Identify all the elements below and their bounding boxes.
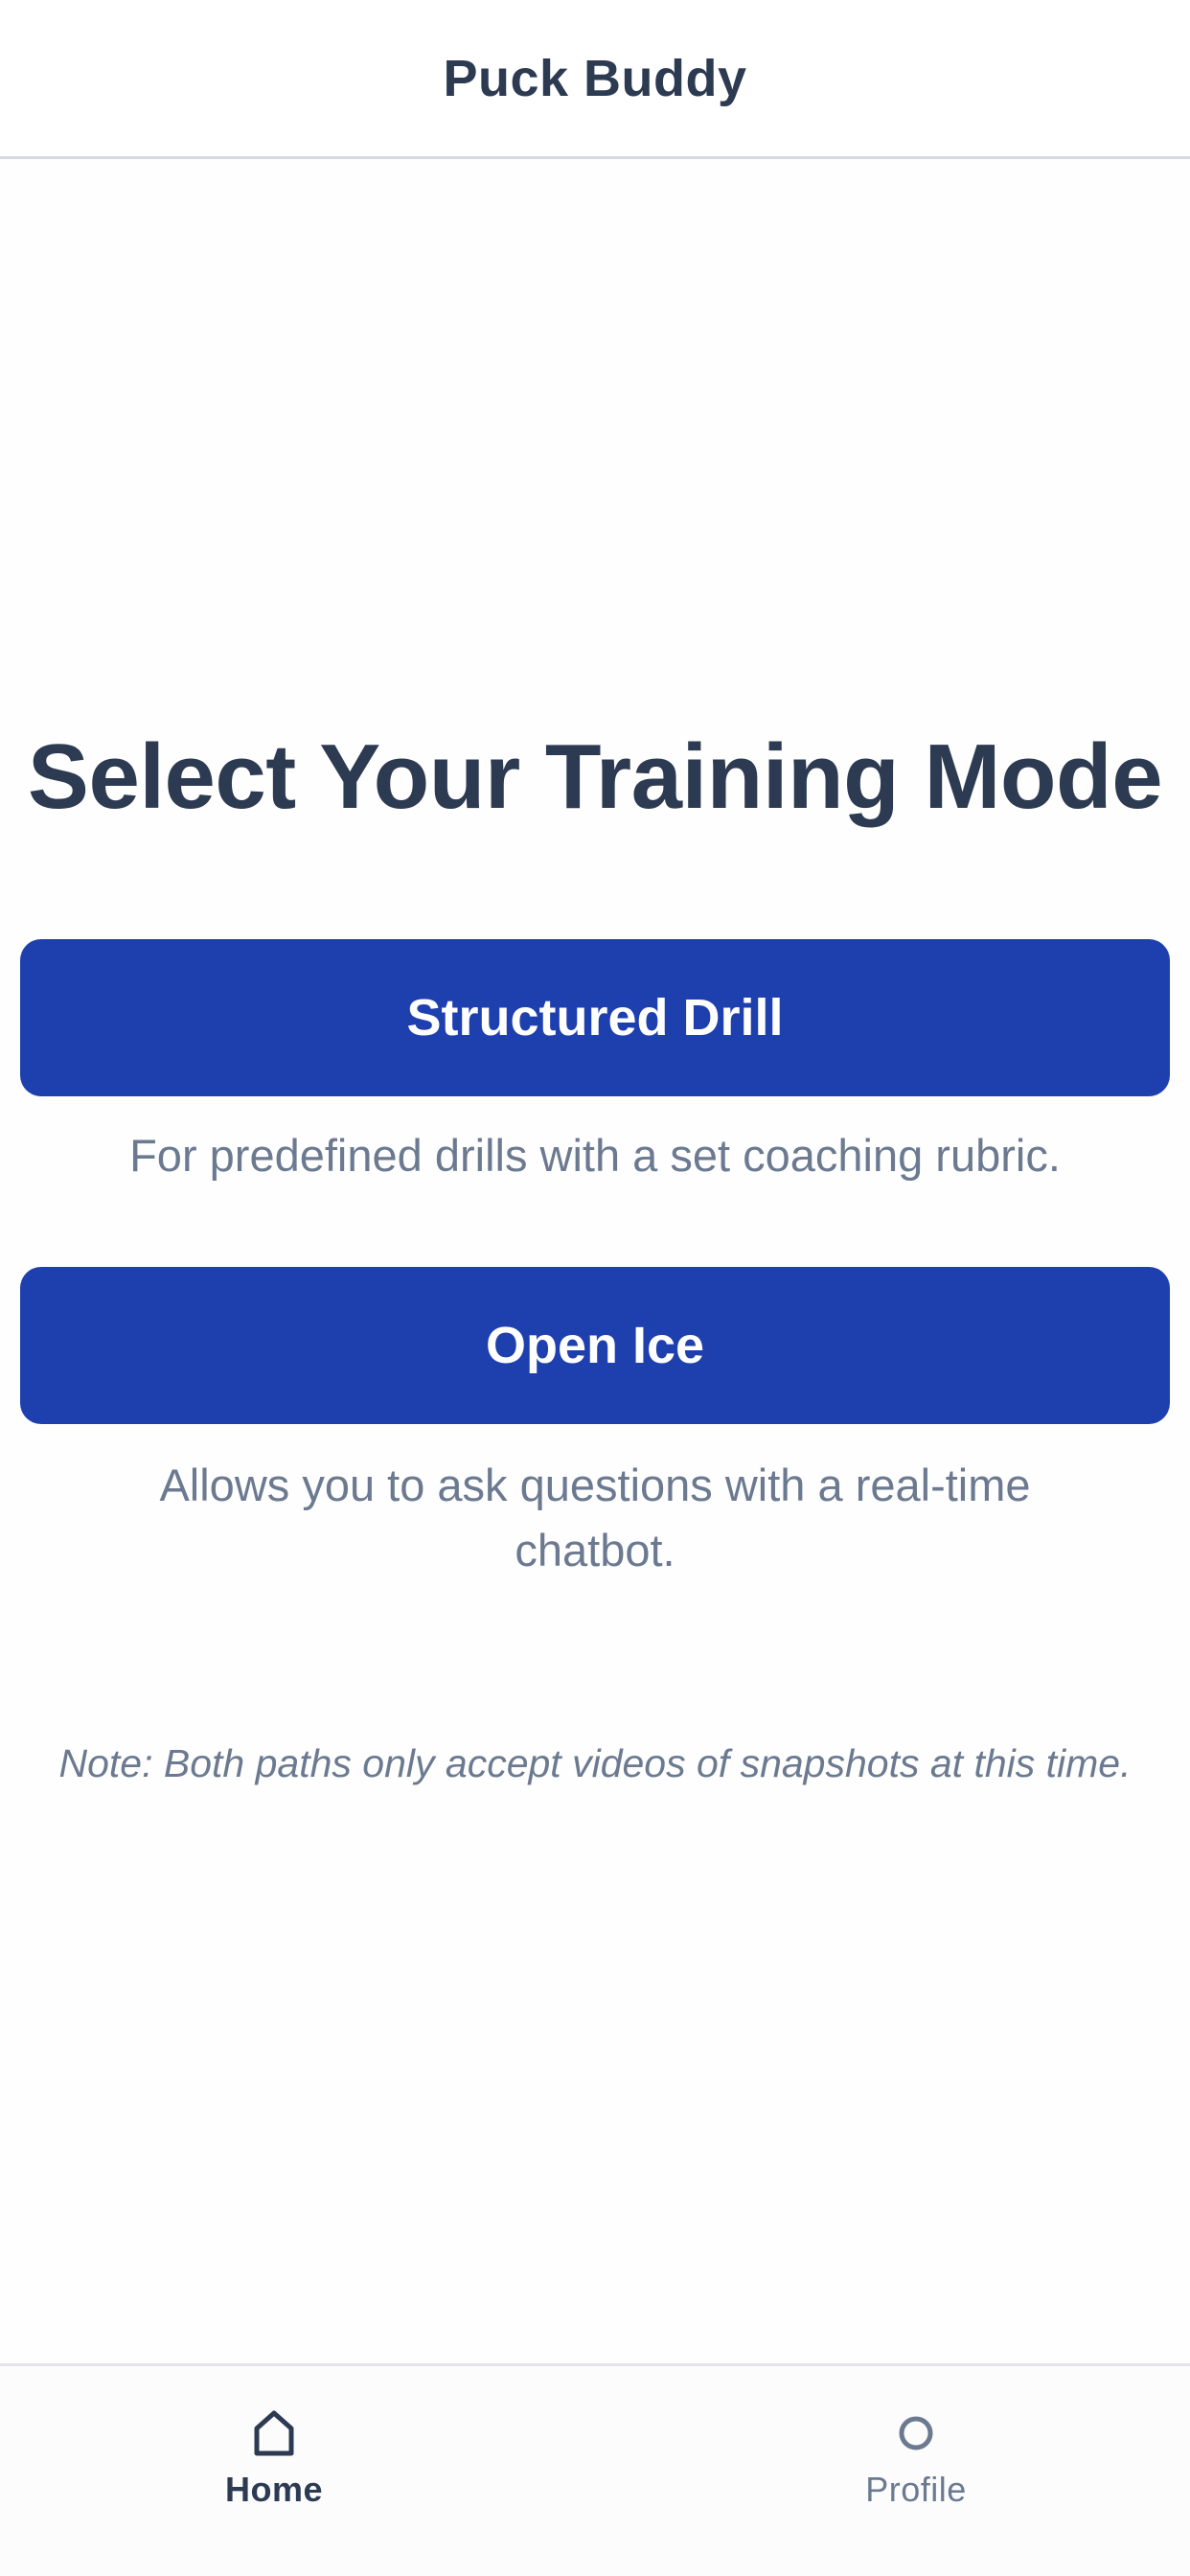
tab-home[interactable]: Home <box>149 2366 399 2510</box>
bottom-tab-bar: Home Profile <box>0 2363 1190 2576</box>
app-title: Puck Buddy <box>443 49 747 107</box>
open-ice-description: Allows you to ask questions with a real-… <box>159 1460 1031 1576</box>
structured-drill-description: For predefined drills with a set coachin… <box>129 1130 1061 1181</box>
page-title: Select Your Training Mode <box>27 725 1163 828</box>
app-screen: Puck Buddy Select Your Training Mode Str… <box>0 0 1190 2576</box>
home-icon <box>247 2406 301 2460</box>
tab-profile[interactable]: Profile <box>791 2366 1041 2510</box>
info-note: Note: Both paths only accept videos of s… <box>58 1741 1132 1785</box>
tab-profile-label: Profile <box>865 2470 967 2509</box>
profile-icon <box>889 2406 943 2460</box>
top-app-bar: Puck Buddy <box>0 0 1190 159</box>
structured-drill-button[interactable]: Structured Drill <box>20 939 1170 1096</box>
open-ice-button[interactable]: Open Ice <box>20 1267 1170 1424</box>
tab-home-label: Home <box>224 2470 324 2509</box>
